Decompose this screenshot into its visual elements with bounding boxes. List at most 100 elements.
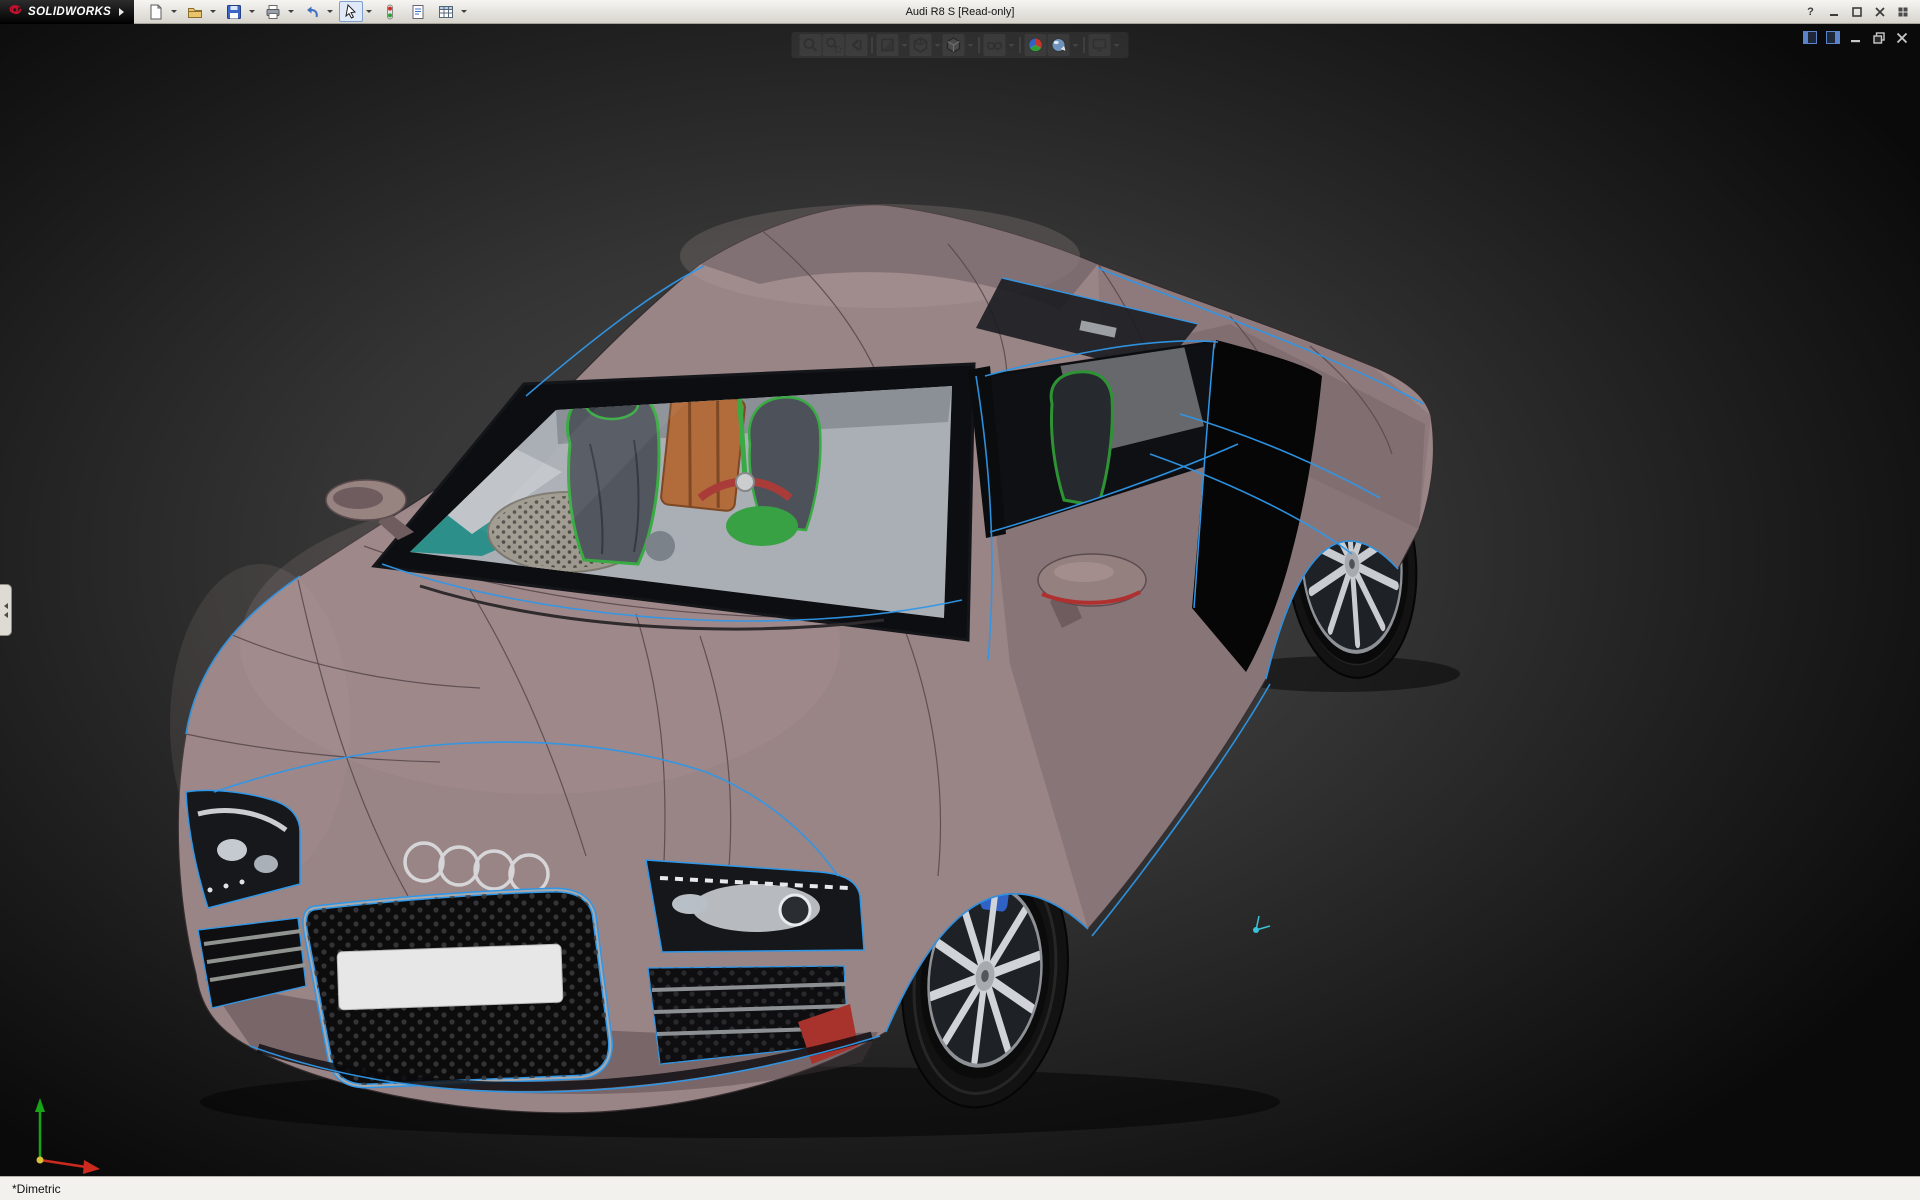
select-button[interactable] [339,1,363,22]
orientation-triad[interactable] [35,1098,100,1174]
help-button[interactable]: ? [1801,3,1820,20]
document-window-controls [1802,30,1910,45]
hud-separator [1020,37,1021,53]
window-grid-button[interactable] [1893,3,1912,20]
select-cursor-icon [343,4,359,20]
view-orientation-dropdown[interactable] [933,34,942,56]
titlebar-controls: ? [1801,3,1920,20]
solidworks-logo: SOLIDWORKS [0,0,134,24]
save-dropdown[interactable] [246,1,257,22]
print-button[interactable] [261,1,285,22]
zoom-to-fit-button[interactable] [800,34,822,56]
view-cube-icon [912,36,930,54]
file-properties-button[interactable] [406,1,430,22]
display-style-dropdown[interactable] [966,34,975,56]
select-dropdown[interactable] [363,1,374,22]
print-dropdown[interactable] [285,1,296,22]
license-plate [337,944,563,1010]
window-title: Audi R8 S [Read-only] [906,6,1015,18]
y-axis-arrow [35,1098,45,1112]
file-properties-icon [410,4,426,20]
open-folder-icon [187,4,203,20]
zoom-to-fit-icon [802,36,820,54]
minimize-button[interactable] [1824,3,1843,20]
view-settings-dropdown[interactable] [1112,34,1121,56]
save-group [222,1,257,22]
hud-separator [1084,37,1085,53]
design-table-button[interactable] [434,1,458,22]
close-icon [1896,32,1908,44]
solidworks-window: SOLIDWORKS [0,0,1920,1200]
minimize-icon [1850,32,1862,44]
minimize-document-button[interactable] [1848,30,1864,45]
open-dropdown[interactable] [207,1,218,22]
hud-separator [979,37,980,53]
pane-left-button[interactable] [1802,30,1818,45]
view-orientation-button[interactable] [910,34,932,56]
restore-document-button[interactable] [1871,30,1887,45]
undo-button[interactable] [300,1,324,22]
close-document-button[interactable] [1894,30,1910,45]
undo-arrow-icon [304,4,320,20]
section-view-icon [879,36,897,54]
dassault-logo-icon [6,4,23,20]
save-floppy-icon [226,4,242,20]
new-document-group [144,1,179,22]
rebuild-button[interactable] [378,1,402,22]
save-button[interactable] [222,1,246,22]
previous-view-button[interactable] [846,34,868,56]
maximize-icon [1852,7,1862,17]
restore-icon [1873,32,1885,44]
view-orientation-label: *Dimetric [12,1182,61,1196]
collapse-arrow-icon [4,603,8,609]
section-view-button[interactable] [877,34,899,56]
previous-view-icon [848,36,866,54]
pane-right-button[interactable] [1825,30,1841,45]
undo-dropdown[interactable] [324,1,335,22]
design-table-dropdown[interactable] [458,1,469,22]
spreadsheet-icon [438,4,454,20]
new-document-dropdown[interactable] [168,1,179,22]
view-settings-button[interactable] [1089,34,1111,56]
hide-show-items-button[interactable] [984,34,1006,56]
file-properties-group [406,1,430,22]
zoom-to-area-button[interactable] [823,34,845,56]
x-axis-arrow [83,1160,100,1174]
help-icon: ? [1807,6,1814,18]
edit-appearance-button[interactable] [1025,34,1047,56]
right-headlight[interactable] [646,860,864,952]
workspace [0,24,1920,1176]
app-name: SOLIDWORKS [28,6,111,18]
scene-svg[interactable] [0,24,1920,1176]
graphics-area[interactable] [0,24,1920,1176]
zoom-to-area-icon [825,36,843,54]
scene-ball-icon [1050,36,1068,54]
grid-icon [1898,7,1908,17]
display-style-button[interactable] [943,34,965,56]
display-style-icon [945,36,963,54]
design-table-group [434,1,469,22]
collapse-arrow-icon [4,612,8,618]
open-group [183,1,218,22]
apply-scene-button[interactable] [1048,34,1070,56]
hide-show-items-dropdown[interactable] [1007,34,1016,56]
close-icon [1875,7,1885,17]
origin-marker[interactable] [1253,916,1270,933]
front-grille[interactable] [305,890,616,1090]
view-settings-icon [1091,36,1109,54]
feature-manager-flyout-tab[interactable] [0,584,12,636]
new-document-button[interactable] [144,1,168,22]
print-icon [265,4,281,20]
main-toolbar [134,1,473,22]
maximize-button[interactable] [1847,3,1866,20]
open-button[interactable] [183,1,207,22]
section-view-dropdown[interactable] [900,34,909,56]
menu-expand-arrow[interactable] [119,8,124,16]
appearance-ball-icon [1027,36,1045,54]
rebuild-group [378,1,402,22]
status-bar: *Dimetric [0,1176,1920,1200]
apply-scene-dropdown[interactable] [1071,34,1080,56]
close-button[interactable] [1870,3,1889,20]
print-group [261,1,296,22]
select-group [339,1,374,22]
